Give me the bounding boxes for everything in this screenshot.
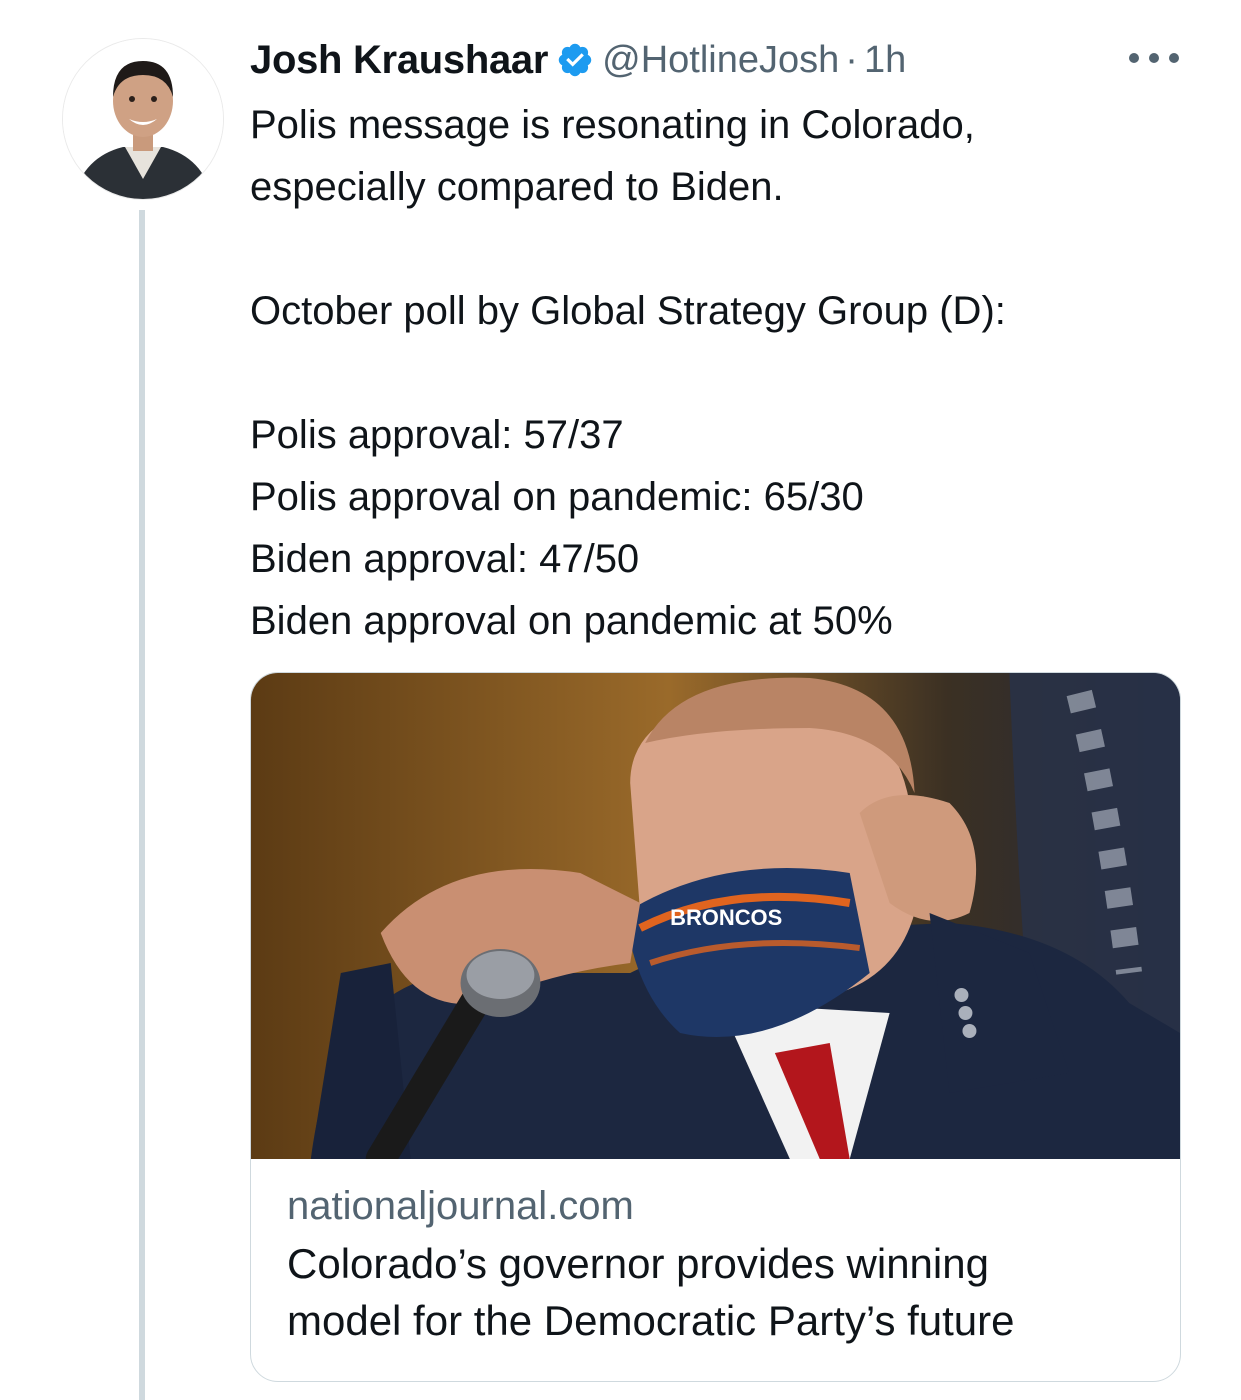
verified-badge-icon: [558, 43, 592, 77]
tweet-header: Josh Kraushaar @HotlineJosh · 1h: [250, 30, 906, 90]
separator-dot: ·: [845, 38, 858, 81]
tweet-text-line: Biden approval: 47/50: [250, 537, 640, 581]
tweet-text: Polis message is resonating in Colorado,…: [250, 94, 1210, 652]
tweet-text-line: Polis approval on pandemic: 65/30: [250, 475, 864, 519]
more-options-icon[interactable]: [1129, 38, 1179, 78]
author-handle[interactable]: @HotlineJosh: [602, 39, 839, 82]
card-title-line: Colorado’s governor provides winning: [287, 1240, 989, 1287]
card-meta: nationaljournal.com Colorado’s governor …: [251, 1159, 1180, 1349]
tweet-text-line: Polis message is resonating in Colorado,: [250, 103, 975, 147]
tweet-text-line: October poll by Global Strategy Group (D…: [250, 289, 1006, 333]
author-name[interactable]: Josh Kraushaar: [250, 38, 548, 83]
link-preview-card[interactable]: BRONCOS nationaljournal.com Colorado’s g…: [250, 672, 1181, 1382]
card-domain: nationaljournal.com: [287, 1184, 634, 1228]
tweet-text-line: Polis approval: 57/37: [250, 413, 624, 457]
thread-line: [139, 210, 145, 1400]
author-avatar[interactable]: [62, 38, 224, 200]
mask-text: BRONCOS: [670, 905, 782, 930]
card-title-line: model for the Democratic Party’s future: [287, 1297, 1015, 1344]
card-image[interactable]: BRONCOS: [251, 673, 1180, 1159]
avatar-photo: [63, 39, 223, 199]
tweet-timestamp[interactable]: 1h: [864, 39, 906, 82]
tweet-text-line: especially compared to Biden.: [250, 165, 784, 209]
tweet-text-line: Biden approval on pandemic at 50%: [250, 599, 893, 643]
